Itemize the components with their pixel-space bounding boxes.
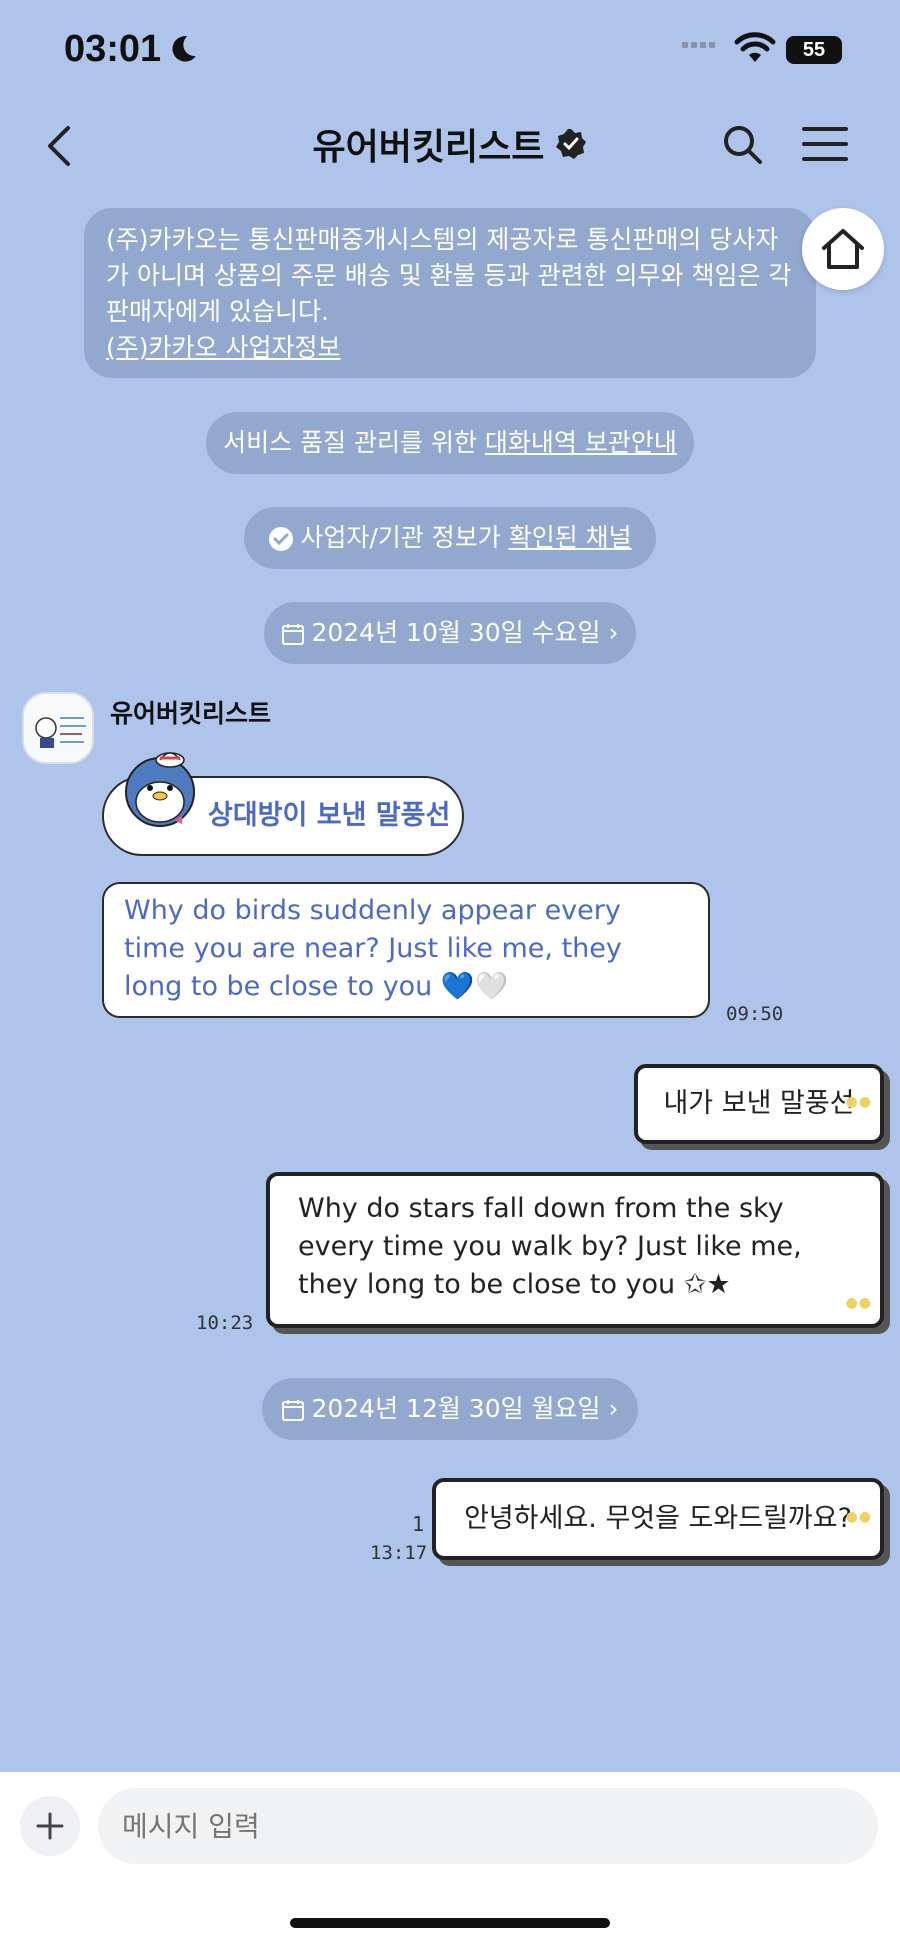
date-divider[interactable]: 2024년 12월 30일 월요일 › bbox=[262, 1378, 638, 1440]
outgoing-message[interactable]: Why do stars fall down from the sky ever… bbox=[266, 1172, 884, 1328]
message-timestamp: 10:23 bbox=[196, 1312, 254, 1334]
home-indicator[interactable] bbox=[290, 1918, 610, 1928]
verified-channel-pill[interactable]: 사업자/기관 정보가 확인된 채널 bbox=[244, 507, 656, 569]
penguin-sticker-icon bbox=[125, 752, 195, 827]
chat-title[interactable]: 유어버킷리스트 bbox=[313, 118, 545, 170]
calendar-icon bbox=[282, 624, 305, 645]
menu-icon[interactable] bbox=[802, 124, 848, 164]
date-divider[interactable]: 2024년 10월 30일 수요일 › bbox=[264, 602, 636, 664]
search-icon[interactable] bbox=[720, 122, 764, 166]
calendar-icon bbox=[282, 1400, 305, 1421]
message-timestamp: 13:17 bbox=[370, 1542, 428, 1564]
message-text: Why do birds suddenly appear every time … bbox=[124, 895, 622, 1002]
message-timestamp: 09:50 bbox=[726, 1003, 784, 1025]
verified-channel-link[interactable]: 확인된 채널 bbox=[509, 523, 632, 552]
bubble-decoration: ●● bbox=[845, 1094, 872, 1110]
home-button[interactable] bbox=[802, 208, 884, 290]
storage-notice-text: 서비스 품질 관리를 위한 bbox=[223, 428, 485, 457]
wifi-icon bbox=[734, 32, 776, 62]
outgoing-message[interactable]: 안녕하세요. 무엇을 도와드릴까요? ●● bbox=[432, 1478, 884, 1560]
storage-notice-link[interactable]: 대화내역 보관안내 bbox=[485, 428, 677, 457]
check-circle-icon bbox=[269, 527, 294, 551]
incoming-message[interactable]: Why do birds suddenly appear every time … bbox=[102, 882, 710, 1018]
unread-count: 1 bbox=[412, 1512, 425, 1536]
bubble-decoration: ●● bbox=[845, 1509, 872, 1525]
message-text: 안녕하세요. 무엇을 도와드릴까요? bbox=[464, 1503, 852, 1534]
chevron-right-icon: › bbox=[600, 1394, 619, 1423]
sender-name: 유어버킷리스트 bbox=[110, 699, 272, 728]
status-time: 03:01 bbox=[64, 28, 162, 70]
verified-badge-icon bbox=[556, 129, 587, 159]
home-icon bbox=[822, 229, 864, 269]
chevron-right-icon: › bbox=[600, 618, 619, 647]
kakao-notice: (주)카카오는 통신판매중개시스템의 제공자로 통신판매의 당사자가 아니며 상… bbox=[84, 208, 816, 378]
storage-notice-pill[interactable]: 서비스 품질 관리를 위한 대화내역 보관안내 bbox=[206, 412, 694, 474]
cellular-signal-icon bbox=[682, 42, 715, 48]
message-text: 상대방이 보낸 말풍선 bbox=[208, 800, 451, 831]
battery-level: 55 bbox=[802, 38, 826, 61]
moon-icon bbox=[172, 36, 196, 62]
chat-header: 유어버킷리스트 bbox=[0, 118, 900, 170]
battery-icon: 55 bbox=[786, 36, 842, 64]
date-text: 2024년 12월 30일 월요일 bbox=[311, 1394, 601, 1423]
message-text: Why do stars fall down from the sky ever… bbox=[298, 1193, 802, 1300]
outgoing-message[interactable]: 내가 보낸 말풍선 ●● bbox=[634, 1064, 884, 1144]
plus-icon bbox=[36, 1812, 64, 1840]
message-text: 내가 보낸 말풍선 bbox=[663, 1088, 855, 1119]
date-text: 2024년 10월 30일 수요일 bbox=[311, 618, 601, 647]
notice-text: (주)카카오는 통신판매중개시스템의 제공자로 통신판매의 당사자가 아니며 상… bbox=[106, 225, 792, 326]
message-input[interactable] bbox=[98, 1788, 878, 1864]
avatar-image bbox=[24, 694, 92, 762]
verified-text: 사업자/기관 정보가 bbox=[300, 523, 509, 552]
attach-button[interactable] bbox=[20, 1796, 80, 1856]
kakao-business-info-link[interactable]: (주)카카오 사업자정보 bbox=[106, 330, 794, 366]
bubble-decoration: ●● bbox=[845, 1295, 872, 1311]
sender-avatar[interactable] bbox=[22, 692, 94, 764]
